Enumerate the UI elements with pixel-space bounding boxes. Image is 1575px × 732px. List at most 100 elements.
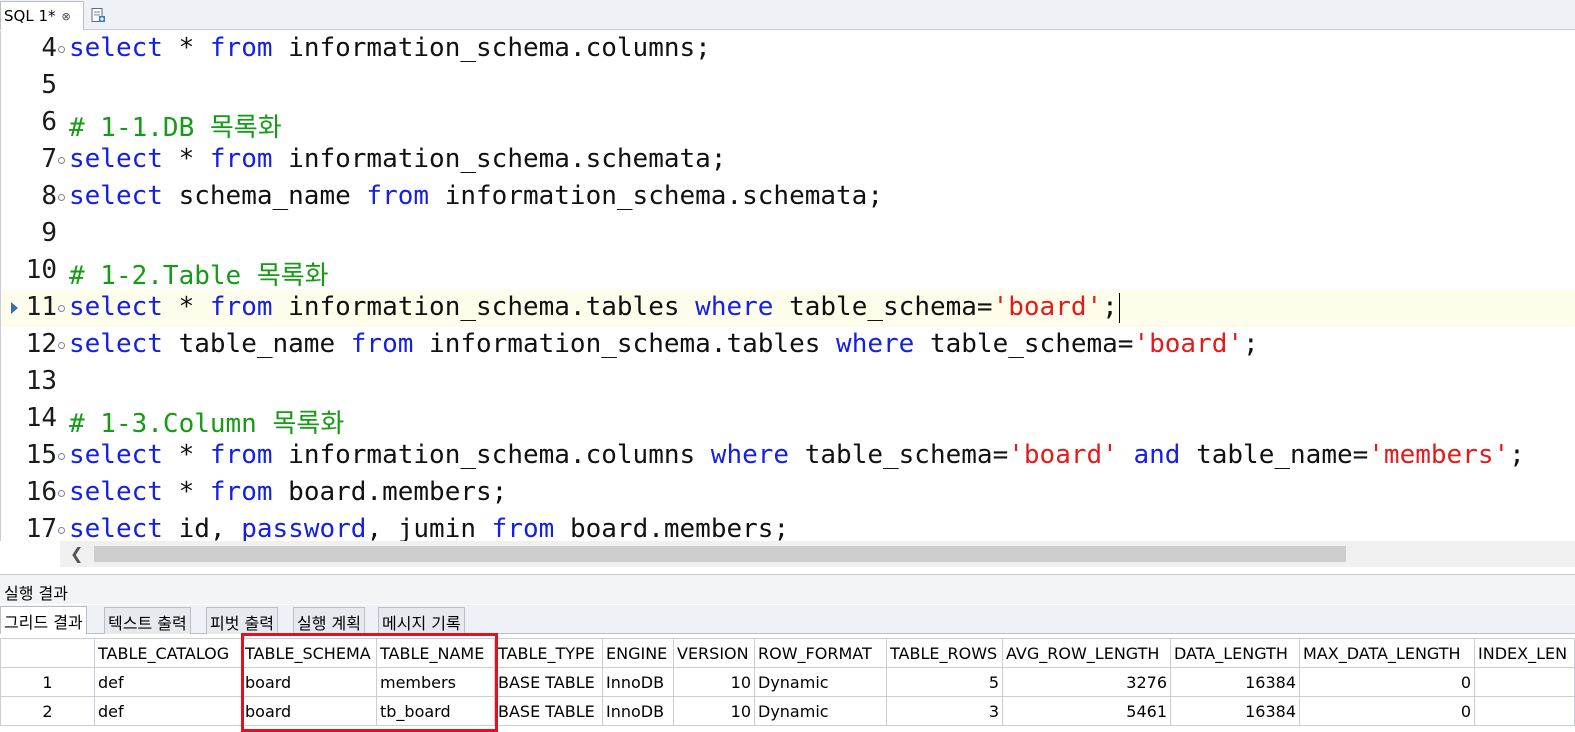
tab-sql-1-label: SQL 1* xyxy=(4,7,56,25)
result-tab[interactable]: 실행 계획 xyxy=(293,607,365,634)
code-token: from xyxy=(335,329,414,359)
code-token: table_schema= xyxy=(914,329,1134,359)
code-line[interactable]: 11 select * from information_schema.table… xyxy=(1,290,1575,327)
fold-marker-icon[interactable] xyxy=(58,157,65,164)
fold-marker-icon[interactable] xyxy=(58,527,65,534)
code-token: * xyxy=(162,33,195,63)
grid-cell[interactable]: 10 xyxy=(673,696,755,726)
grid-cell[interactable]: def xyxy=(94,696,242,726)
row-number-cell[interactable]: 1 xyxy=(0,667,95,697)
grid-cell[interactable]: 0 xyxy=(1299,667,1475,697)
tab-sql-1[interactable]: SQL 1* ⊗ xyxy=(0,1,84,30)
line-number: 17 xyxy=(25,514,57,541)
grid-cell[interactable]: Dynamic xyxy=(754,696,887,726)
grid-column-header[interactable]: MAX_DATA_LENGTH xyxy=(1299,638,1475,668)
grid-cell[interactable]: board xyxy=(241,667,377,697)
grid-column-header[interactable]: INDEX_LEN xyxy=(1474,638,1575,668)
grid-cell[interactable]: board xyxy=(241,696,377,726)
fold-marker-icon[interactable] xyxy=(58,305,65,312)
grid-cell[interactable]: InnoDB xyxy=(602,667,674,697)
code-token: information_schema.columns xyxy=(272,440,696,470)
grid-cell[interactable]: BASE TABLE xyxy=(494,696,603,726)
code-line[interactable]: 12 select table_name from information_sch… xyxy=(1,327,1575,364)
result-grid[interactable]: TABLE_CATALOG TABLE_SCHEMA TABLE_NAME TABLE… xyxy=(0,638,1575,732)
fold-marker-icon[interactable] xyxy=(58,46,65,53)
grid-cell[interactable]: def xyxy=(94,667,242,697)
grid-column-header[interactable]: ROW_FORMAT xyxy=(754,638,887,668)
code-token: 'board' xyxy=(992,292,1103,322)
result-tab[interactable]: 텍스트 출력 xyxy=(104,607,191,634)
grid-cell[interactable]: 5461 xyxy=(1002,696,1171,726)
table-row[interactable]: 1 def board members BASE TABLE InnoDB 10 Dynami… xyxy=(0,667,1575,697)
grid-column-header[interactable]: AVG_ROW_LENGTH xyxy=(1002,638,1171,668)
code-line[interactable]: 5 xyxy=(1,68,1575,105)
line-number: 13 xyxy=(25,366,57,396)
grid-corner-cell[interactable] xyxy=(0,638,95,668)
result-tab[interactable]: 메시지 기록 xyxy=(378,607,465,634)
table-row[interactable]: 2 def board tb_board BASE TABLE InnoDB 10 Dynam… xyxy=(0,696,1575,726)
code-line[interactable]: 15 select * from information_schema.colum… xyxy=(1,438,1575,475)
line-number: 12 xyxy=(25,329,57,359)
code-token: from xyxy=(476,514,555,541)
grid-column-header[interactable]: TABLE_CATALOG xyxy=(94,638,242,668)
line-number: 5 xyxy=(41,70,57,100)
scroll-left-icon[interactable]: ❮ xyxy=(70,544,83,563)
code-text: select * from information_schema.columns… xyxy=(69,33,711,63)
code-line[interactable]: 8 select schema_name from information_sch… xyxy=(1,179,1575,216)
grid-cell[interactable] xyxy=(1474,667,1575,697)
editor-horizontal-scrollbar[interactable]: ❮ xyxy=(60,541,1575,567)
code-line[interactable]: 10 # 1-2.Table 목록화 xyxy=(1,253,1575,291)
code-token: select xyxy=(69,33,163,63)
code-line[interactable]: 14 # 1-3.Column 목록화 xyxy=(1,401,1575,439)
grid-cell[interactable]: BASE TABLE xyxy=(494,667,603,697)
grid-column-header[interactable]: DATA_LENGTH xyxy=(1170,638,1300,668)
fold-marker-icon[interactable] xyxy=(58,342,65,349)
grid-column-header[interactable]: TABLE_TYPE xyxy=(494,638,603,668)
row-number-cell[interactable]: 2 xyxy=(0,696,95,726)
grid-cell[interactable]: InnoDB xyxy=(602,696,674,726)
grid-cell[interactable]: 16384 xyxy=(1170,696,1300,726)
line-number: 6 xyxy=(41,107,57,137)
grid-cell[interactable]: 10 xyxy=(673,667,755,697)
sql-editor[interactable]: 4 select * from information_schema.column… xyxy=(0,31,1575,541)
code-token: schema_name xyxy=(162,181,351,211)
grid-cell[interactable]: tb_board xyxy=(376,696,495,726)
new-sql-tab-icon[interactable] xyxy=(88,5,108,25)
grid-cell[interactable]: 3276 xyxy=(1002,667,1171,697)
grid-cell[interactable]: 5 xyxy=(886,667,1003,697)
code-line[interactable]: 4 select * from information_schema.column… xyxy=(1,31,1575,68)
result-tab[interactable]: 피벗 출력 xyxy=(206,607,278,634)
code-text: select * from board.members; xyxy=(69,477,507,507)
fold-marker-icon[interactable] xyxy=(58,194,65,201)
grid-cell[interactable]: Dynamic xyxy=(754,667,887,697)
grid-column-header[interactable]: TABLE_SCHEMA xyxy=(241,638,377,668)
grid-cell[interactable]: 0 xyxy=(1299,696,1475,726)
code-line[interactable]: 7 select * from information_schema.schema… xyxy=(1,142,1575,179)
grid-column-header[interactable]: TABLE_ROWS xyxy=(886,638,1003,668)
code-text: select * from information_schema.tables … xyxy=(69,292,1120,323)
grid-cell[interactable]: members xyxy=(376,667,495,697)
code-line[interactable]: 13 xyxy=(1,364,1575,401)
grid-cell[interactable] xyxy=(1474,696,1575,726)
code-token: information_schema.columns; xyxy=(272,33,711,63)
grid-column-header[interactable]: TABLE_NAME xyxy=(376,638,495,668)
code-line[interactable]: 16 select * from board.members; xyxy=(1,475,1575,512)
results-panel-title: 실행 결과 xyxy=(4,584,68,603)
fold-marker-icon[interactable] xyxy=(58,453,65,460)
code-token: where xyxy=(820,329,915,359)
grid-cell[interactable]: 16384 xyxy=(1170,667,1300,697)
grid-column-header[interactable]: VERSION xyxy=(673,638,755,668)
code-token: password xyxy=(225,514,367,541)
results-panel-header: 실행 결과 xyxy=(0,574,1575,604)
tab-close-icon[interactable]: ⊗ xyxy=(62,10,71,23)
scrollbar-thumb[interactable] xyxy=(94,546,1346,562)
grid-cell[interactable]: 3 xyxy=(886,696,1003,726)
fold-marker-icon[interactable] xyxy=(58,490,65,497)
result-tab[interactable]: 그리드 결과 xyxy=(0,606,87,634)
code-line[interactable]: 17 select id, password, jumin from board.… xyxy=(1,512,1575,541)
line-number: 7 xyxy=(41,144,57,174)
code-line[interactable]: 9 xyxy=(1,216,1575,253)
code-line[interactable]: 6 # 1-1.DB 목록화 xyxy=(1,105,1575,143)
code-text: select table_name from information_schem… xyxy=(69,329,1259,359)
grid-column-header[interactable]: ENGINE xyxy=(602,638,674,668)
